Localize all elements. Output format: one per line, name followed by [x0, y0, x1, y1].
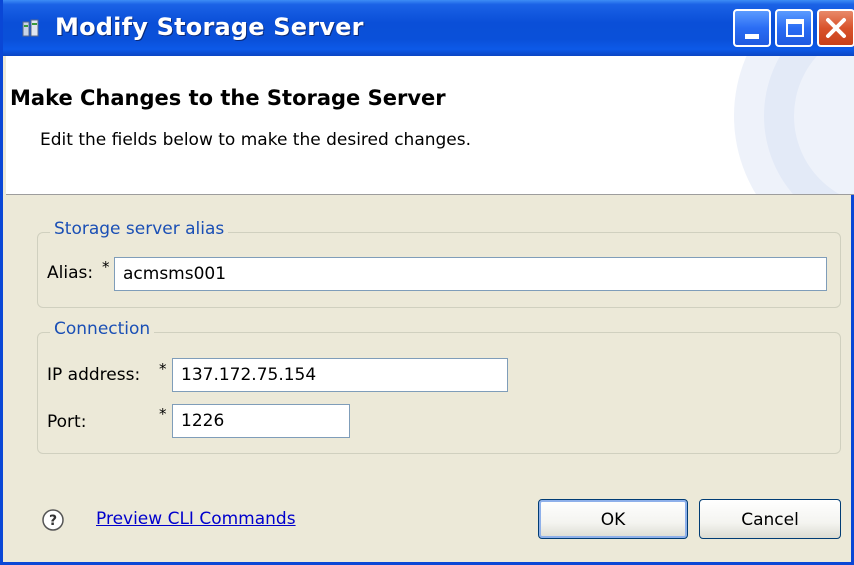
- header-subtitle: Edit the fields below to make the desire…: [40, 130, 472, 150]
- connection-group: Connection: [37, 319, 841, 454]
- ip-address-input[interactable]: 137.172.75.154: [172, 358, 508, 392]
- dialog-window: Modify Storage Server Make Changes to th…: [0, 0, 854, 565]
- preview-cli-commands-link[interactable]: Preview CLI Commands: [96, 509, 296, 529]
- port-label: Port:: [47, 412, 87, 432]
- svg-text:?: ?: [49, 513, 57, 529]
- minimize-button[interactable]: [733, 9, 771, 47]
- minimize-icon: [745, 34, 759, 39]
- ip-required-marker: *: [159, 360, 167, 378]
- alias-group-legend: Storage server alias: [50, 219, 229, 239]
- ok-button[interactable]: OK: [538, 499, 688, 539]
- alias-input[interactable]: acmsms001: [114, 257, 827, 291]
- alias-label: Alias:: [47, 263, 94, 283]
- port-required-marker: *: [159, 405, 167, 423]
- connection-group-legend: Connection: [50, 319, 155, 339]
- dialog-header: Make Changes to the Storage Server Edit …: [6, 56, 854, 195]
- close-icon: [826, 18, 846, 38]
- title-bar[interactable]: Modify Storage Server: [3, 0, 854, 56]
- maximize-button[interactable]: [775, 9, 813, 47]
- ip-address-label: IP address:: [47, 365, 141, 385]
- help-icon[interactable]: ?: [41, 508, 65, 532]
- header-decoration: [734, 56, 854, 194]
- alias-required-marker: *: [102, 258, 110, 276]
- header-title: Make Changes to the Storage Server: [10, 86, 446, 110]
- window-title: Modify Storage Server: [55, 13, 364, 41]
- maximize-icon: [786, 19, 804, 37]
- port-input[interactable]: 1226: [172, 404, 350, 438]
- cancel-button[interactable]: Cancel: [699, 499, 841, 539]
- close-button[interactable]: [817, 9, 854, 47]
- storage-server-icon: [21, 18, 43, 40]
